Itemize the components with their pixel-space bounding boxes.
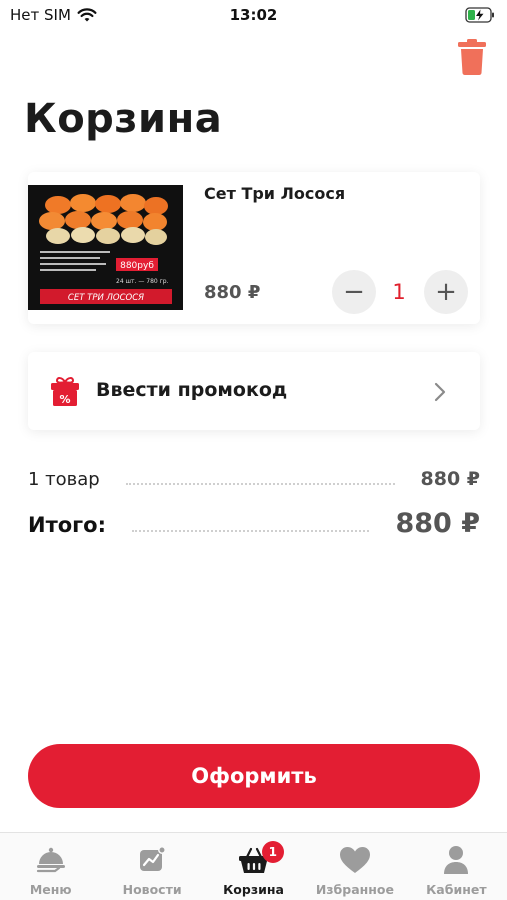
tab-label: Новости xyxy=(122,882,182,897)
increase-quantity-button[interactable]: + xyxy=(424,270,468,314)
product-name: Сет Три Лосося xyxy=(204,184,346,203)
decrease-quantity-button[interactable]: − xyxy=(332,270,376,314)
total-value: 880 ₽ xyxy=(395,508,480,539)
total-row: Итого: 880 ₽ xyxy=(28,508,480,539)
product-image[interactable]: 880руб 24 шт. — 780 гр. СЕТ ТРИ ЛОСОСЯ xyxy=(28,185,183,310)
svg-text:%: % xyxy=(59,393,70,406)
tab-cart[interactable]: 1 Корзина xyxy=(203,833,304,900)
quantity-value: 1 xyxy=(392,280,406,304)
svg-text:24 шт. — 780 гр.: 24 шт. — 780 гр. xyxy=(116,278,169,285)
svg-text:880руб: 880руб xyxy=(120,261,154,271)
cart-count-badge: 1 xyxy=(261,841,284,863)
page-title: Корзина xyxy=(24,96,223,142)
tab-news[interactable]: Новости xyxy=(101,833,202,900)
status-bar: Нет SIM 13:02 xyxy=(0,0,507,30)
heart-icon xyxy=(339,847,370,873)
clear-cart-button[interactable] xyxy=(455,38,489,76)
clock: 13:02 xyxy=(229,6,278,24)
tab-account[interactable]: Кабинет xyxy=(406,833,507,900)
trash-icon xyxy=(458,39,486,76)
dotted-leader xyxy=(131,530,370,532)
dotted-leader xyxy=(125,483,395,485)
cloche-icon xyxy=(36,847,65,873)
total-label: Итого: xyxy=(28,513,106,537)
chevron-right-icon xyxy=(434,382,446,402)
tab-label: Корзина xyxy=(223,882,284,897)
items-count-row: 1 товар 880 ₽ xyxy=(28,468,480,490)
cart-item-card: 880руб 24 шт. — 780 гр. СЕТ ТРИ ЛОСОСЯ С… xyxy=(28,172,480,324)
tab-label: Кабинет xyxy=(426,882,487,897)
checkout-button[interactable]: Оформить xyxy=(28,744,480,808)
battery-charging-icon xyxy=(465,7,494,23)
tab-label: Меню xyxy=(29,882,72,897)
tab-favorites[interactable]: Избранное xyxy=(304,833,405,900)
news-icon xyxy=(140,846,167,871)
items-subtotal: 880 ₽ xyxy=(420,468,481,490)
user-icon xyxy=(444,846,469,874)
sushi-rolls xyxy=(39,194,168,245)
svg-text:СЕТ ТРИ ЛОСОСЯ: СЕТ ТРИ ЛОСОСЯ xyxy=(68,293,144,303)
items-count-label: 1 товар xyxy=(28,469,100,490)
tab-menu[interactable]: Меню xyxy=(0,833,101,900)
tab-label: Избранное xyxy=(315,882,395,897)
promo-code-row[interactable]: % Ввести промокод xyxy=(28,352,480,430)
product-price: 880 ₽ xyxy=(204,282,261,303)
gift-percent-icon: % xyxy=(51,377,79,406)
promo-code-label: Ввести промокод xyxy=(96,379,288,401)
tab-bar: Меню Новости 1 Корзина Избранное Кабинет xyxy=(0,832,507,900)
